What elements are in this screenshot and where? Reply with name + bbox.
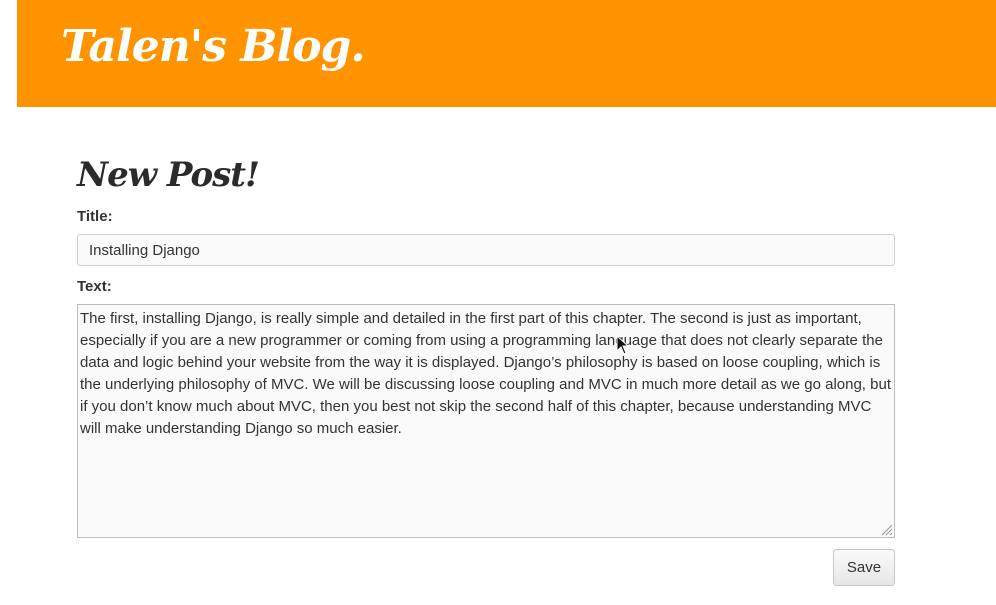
text-input[interactable]: The first, installing Django, is really … <box>77 304 895 538</box>
arrow-pointer-icon <box>616 335 630 355</box>
site-header: Talen's Blog. <box>17 0 996 107</box>
title-label: Title: <box>77 208 113 225</box>
page-title: New Post! <box>77 155 260 195</box>
site-brand[interactable]: Talen's Blog. <box>61 14 366 80</box>
title-input[interactable] <box>77 234 895 266</box>
resize-handle-icon[interactable] <box>881 524 893 536</box>
text-label: Text: <box>77 278 112 295</box>
post-form: New Post! Title: Text: The first, instal… <box>77 150 895 586</box>
page: Talen's Blog. New Post! Title: Text: The… <box>0 0 996 605</box>
save-button[interactable]: Save <box>833 549 895 586</box>
